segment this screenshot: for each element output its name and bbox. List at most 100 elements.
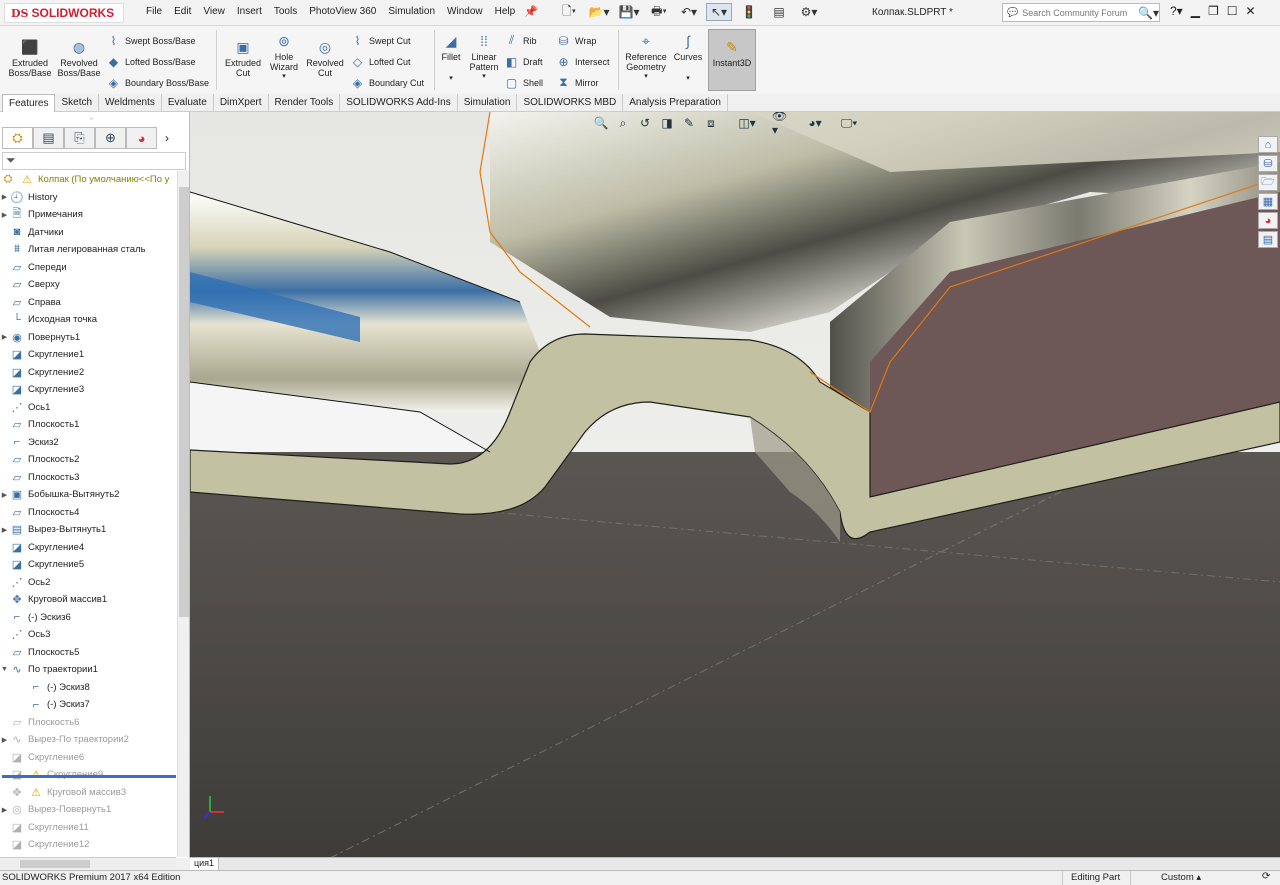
tree-item[interactable]: ⋰ Ось2: [0, 574, 51, 591]
chevron-right-icon[interactable]: ›: [157, 127, 177, 151]
tree-item[interactable]: ◪ Скругление5: [0, 556, 84, 573]
new-document-icon[interactable]: 🗋▾: [556, 3, 582, 21]
menu-simulation[interactable]: Simulation: [382, 6, 441, 17]
expand-arrow-icon[interactable]: ▶: [0, 211, 9, 219]
tree-item[interactable]: ◪ Скругление2: [0, 364, 84, 381]
feature-manager-tab-icon[interactable]: ⛭: [2, 127, 33, 149]
maximize-icon[interactable]: ☐: [1227, 4, 1238, 18]
tree-item[interactable]: ◪ Скругление6: [0, 749, 84, 766]
mirror-button[interactable]: ⧗ Mirror: [556, 75, 598, 90]
expand-arrow-icon[interactable]: ▶: [0, 491, 9, 499]
tree-item[interactable]: ⌐ (-) Эскиз7: [0, 696, 90, 713]
display-manager-tab-icon[interactable]: ◕: [126, 127, 157, 149]
menu-photoview-360[interactable]: PhotoView 360: [303, 6, 382, 17]
tree-item[interactable]: ▱ Плоскость6: [0, 714, 80, 731]
tab-dimxpert[interactable]: DimXpert: [214, 94, 269, 112]
tree-horizontal-scrollbar[interactable]: [0, 857, 176, 869]
units-selector[interactable]: Custom ▴: [1130, 871, 1250, 885]
tab-sketch[interactable]: Sketch: [55, 94, 100, 112]
rebuild-status-icon[interactable]: ⟳: [1262, 871, 1270, 882]
previous-view-icon[interactable]: ↺: [636, 114, 654, 132]
section-view-icon[interactable]: ◨: [658, 114, 676, 132]
tree-item[interactable]: ⌐ (-) Эскиз8: [0, 679, 90, 696]
swept-boss-button[interactable]: ⌇ Swept Boss/Base: [106, 33, 196, 48]
open-icon[interactable]: 📂▾: [586, 3, 612, 21]
expand-arrow-icon[interactable]: ▶: [0, 526, 9, 534]
tree-vertical-scrollbar[interactable]: [177, 171, 189, 857]
lofted-boss-button[interactable]: ◆ Lofted Boss/Base: [106, 54, 196, 69]
dynamic-annotation-icon[interactable]: ✎: [680, 114, 698, 132]
tab-weldments[interactable]: Weldments: [99, 94, 162, 112]
tree-item[interactable]: ▱ Плоскость4: [0, 504, 80, 521]
view-orientation-icon[interactable]: ⧈: [702, 114, 720, 132]
tree-item[interactable]: ◪ Скругление12: [0, 836, 90, 853]
undo-icon[interactable]: ↶▾: [676, 3, 702, 21]
rib-button[interactable]: ⫽ Rib: [504, 33, 537, 48]
tree-item[interactable]: ▶ ◉ Повернуть1: [0, 329, 80, 346]
tree-item[interactable]: ⌐ Эскиз2: [0, 434, 59, 451]
expand-arrow-icon[interactable]: ▶: [0, 736, 9, 744]
tree-item[interactable]: ▱ Сверху: [0, 276, 60, 293]
pin-icon[interactable]: 📌: [524, 5, 538, 18]
print-icon[interactable]: 🖶▾: [646, 3, 672, 21]
intersect-button[interactable]: ⊕ Intersect: [556, 54, 609, 69]
tree-item[interactable]: ⋰ Ось3: [0, 626, 51, 643]
tree-item[interactable]: ⌐ (-) Эскиз6: [0, 609, 71, 626]
file-properties-icon[interactable]: ▤: [766, 3, 792, 21]
search-icon[interactable]: 🔍▾: [1138, 6, 1159, 20]
tree-item[interactable]: ▶ ◎ Вырез-Повернуть1: [0, 801, 111, 818]
expand-arrow-icon[interactable]: ▶: [0, 806, 9, 814]
tree-item[interactable]: ◙ Датчики: [0, 224, 64, 241]
filter-field[interactable]: ⏷: [2, 152, 186, 170]
curves-button[interactable]: ∫ Curves ▾: [672, 32, 704, 84]
expand-arrow-icon[interactable]: ▶: [0, 193, 9, 201]
dimxpert-manager-tab-icon[interactable]: ⊕: [95, 127, 126, 149]
revolved-cut-button[interactable]: ◎ Revolved Cut: [304, 38, 346, 78]
instant3d-button[interactable]: ✎ Instant3D: [708, 29, 756, 91]
tree-item[interactable]: ▶ 🕘 History: [0, 189, 58, 206]
close-icon[interactable]: ✕: [1245, 4, 1255, 18]
display-style-icon[interactable]: ◫▾: [738, 114, 756, 132]
extruded-boss-button[interactable]: ⬛ Extruded Boss/Base: [4, 38, 56, 78]
menu-window[interactable]: Window: [441, 6, 489, 17]
tree-item[interactable]: ▱ Плоскость1: [0, 416, 80, 433]
tree-item[interactable]: ▶ ∿ Вырез-По траектории2: [0, 731, 129, 748]
tree-item[interactable]: ▶ ▤ Вырез-Вытянуть1: [0, 521, 107, 538]
view-palette-icon[interactable]: ▦: [1258, 193, 1278, 210]
tab-solidworks-add-ins[interactable]: SOLIDWORKS Add-Ins: [340, 94, 458, 112]
help-icon[interactable]: ?▾: [1170, 4, 1183, 18]
fillet-button[interactable]: ◢ Fillet ▾: [436, 32, 466, 84]
tree-item[interactable]: ✥ ⚠ Круговой массив3: [0, 784, 126, 801]
solidworks-logo[interactable]: DS SOLIDWORKS: [4, 3, 124, 23]
tree-item[interactable]: ▱ Плоскость5: [0, 644, 80, 661]
property-manager-tab-icon[interactable]: ▤: [33, 127, 64, 149]
appearance-icon[interactable]: ◕▾: [806, 114, 824, 132]
home-icon[interactable]: ⌂: [1258, 136, 1278, 153]
tree-item[interactable]: ▱ Справа: [0, 294, 61, 311]
tree-item[interactable]: ⋰ Ось1: [0, 399, 51, 416]
draft-button[interactable]: ◧ Draft: [504, 54, 543, 69]
save-icon[interactable]: 💾▾: [616, 3, 642, 21]
tree-root-part[interactable]: ⛭ ⚠ Колпак (По умолчанию<<По у: [0, 171, 170, 188]
lofted-cut-button[interactable]: ◇ Lofted Cut: [350, 54, 411, 69]
configuration-manager-tab-icon[interactable]: ⎘: [64, 127, 95, 149]
tree-item[interactable]: ▶ ▣ Бобышка-Вытянуть2: [0, 486, 120, 503]
extruded-cut-button[interactable]: ▣ Extruded Cut: [222, 38, 264, 78]
menu-edit[interactable]: Edit: [168, 6, 197, 17]
hole-wizard-button[interactable]: ⊚ Hole Wizard ▾: [264, 32, 304, 82]
menu-file[interactable]: File: [140, 6, 168, 17]
panel-splitter-handle[interactable]: ◦: [90, 114, 93, 123]
restore-icon[interactable]: ❐: [1208, 4, 1219, 18]
tree-item[interactable]: ◪ Скругление11: [0, 819, 89, 836]
hide-show-icon[interactable]: 👁▾: [772, 112, 790, 137]
select-icon[interactable]: ↖▾: [706, 3, 732, 21]
zoom-to-area-icon[interactable]: ⌕: [614, 114, 632, 132]
appearances-icon[interactable]: ◕: [1258, 212, 1278, 229]
tab-analysis-preparation[interactable]: Analysis Preparation: [623, 94, 728, 112]
linear-pattern-button[interactable]: ⁞⁞ Linear Pattern ▾: [466, 32, 502, 82]
view-settings-icon[interactable]: 🖵▾: [840, 114, 858, 132]
tree-item[interactable]: ▱ Плоскость2: [0, 451, 80, 468]
tab-render-tools[interactable]: Render Tools: [269, 94, 341, 112]
menu-tools[interactable]: Tools: [268, 6, 303, 17]
tree-item[interactable]: ▼ ∿ По траектории1: [0, 661, 98, 678]
